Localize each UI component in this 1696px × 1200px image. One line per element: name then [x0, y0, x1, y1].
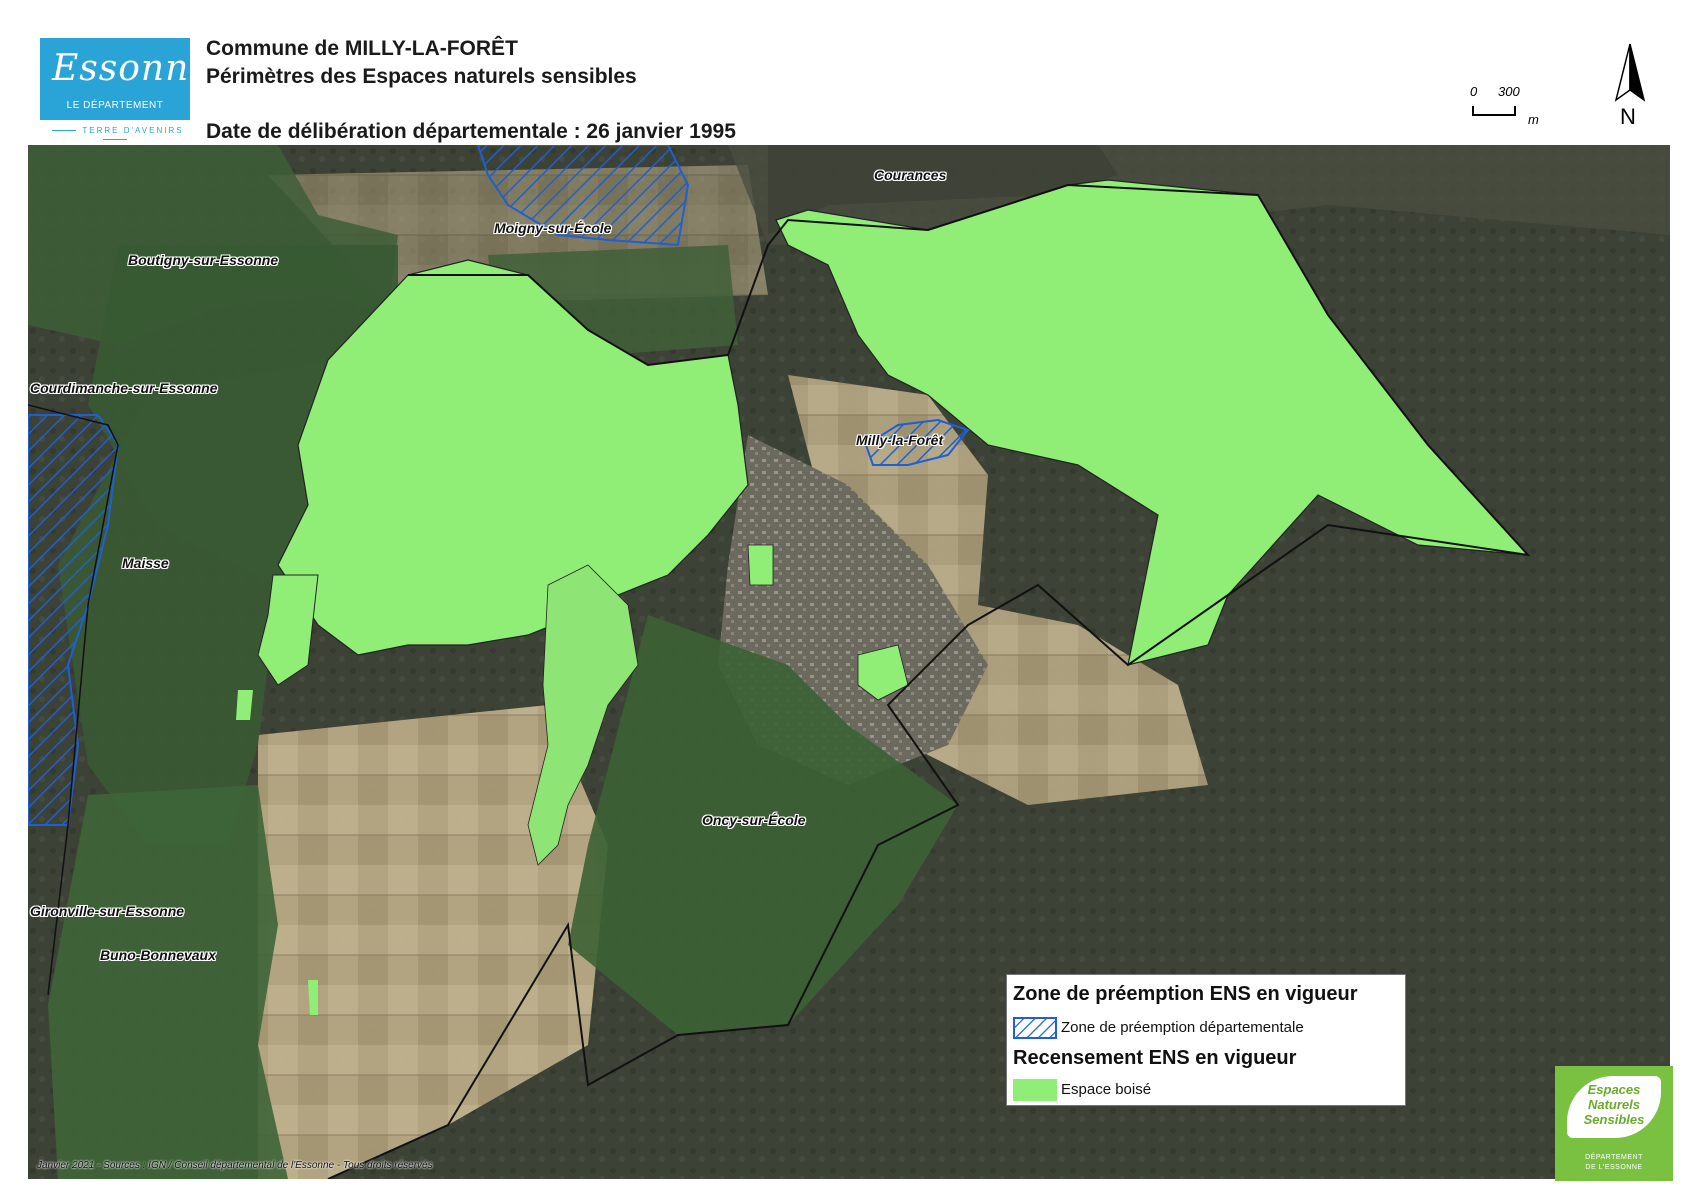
legend-item-espace-boise: Espace boisé [1061, 1081, 1152, 1098]
ens-logo-dept2: DE L'ESSONNE [1585, 1164, 1643, 1171]
map-title-subject: Périmètres des Espaces naturels sensible… [206, 65, 637, 88]
scale-zero-label: 0 [1470, 84, 1478, 99]
place-label-courdimanche: Courdimanche-sur-Essonne [30, 380, 218, 396]
scale-bar: 0 300 m [1466, 84, 1576, 134]
legend-heading-zone: Zone de préemption ENS en vigueur [1013, 983, 1358, 1005]
place-label-gironville: Gironville-sur-Essonne [30, 903, 185, 919]
map-svg [28, 145, 1670, 1179]
ens-espace-boise-tiny [236, 690, 253, 720]
essonne-logo: Essonne LE DÉPARTEMENT [40, 38, 190, 120]
legend-heading-recensement: Recensement ENS en vigueur [1013, 1047, 1297, 1069]
essonne-wordmark: Essonne [52, 48, 190, 89]
ens-logo: Espaces Naturels Sensibles DÉPARTEMENT D… [1555, 1066, 1673, 1181]
place-label-boutigny: Boutigny-sur-Essonne [128, 252, 279, 268]
map-title-commune: Commune de MILLY-LA-FORÊT [206, 37, 518, 60]
legend-swatch-hatch [1013, 1017, 1057, 1039]
ens-logo-line3: Sensibles [1583, 1112, 1645, 1127]
place-label-maisse: Maisse [122, 555, 169, 571]
north-label: N [1620, 104, 1636, 129]
commune-gironville-buno [48, 785, 288, 1179]
map-title-date: Date de délibération départementale : 26… [206, 120, 736, 143]
place-label-oncy: Oncy-sur-École [702, 812, 806, 828]
place-label-milly: Milly-la-Forêt [856, 432, 944, 448]
ens-leaf-icon: Espaces Naturels Sensibles [1567, 1076, 1661, 1138]
scale-max-label: 300 [1498, 84, 1520, 99]
scale-unit-label: m [1528, 112, 1539, 127]
map-legend: Zone de préemption ENS en vigueur Zone d… [1006, 974, 1406, 1106]
ens-logo-line2: Naturels [1587, 1097, 1641, 1112]
ens-logo-line1: Espaces [1587, 1082, 1641, 1097]
place-label-courances: Courances [874, 167, 947, 183]
essonne-tagline: TERRE D'AVENIRS [40, 126, 190, 144]
scale-line [1472, 106, 1516, 116]
essonne-department-label: LE DÉPARTEMENT [66, 100, 164, 111]
legend-item-zone-preemption: Zone de préemption départementale [1061, 1019, 1304, 1036]
place-label-buno: Buno-Bonnevaux [100, 947, 216, 963]
legend-swatch-boise [1013, 1079, 1057, 1101]
ens-logo-dept1: DÉPARTEMENT [1585, 1154, 1643, 1161]
place-label-moigny: Moigny-sur-École [494, 220, 612, 236]
map-credits: Janvier 2021 - Sources : IGN / Conseil d… [37, 1160, 433, 1171]
map-canvas[interactable]: Courances Moigny-sur-École Boutigny-sur-… [28, 145, 1670, 1179]
ens-espace-boise-strip [747, 544, 774, 586]
